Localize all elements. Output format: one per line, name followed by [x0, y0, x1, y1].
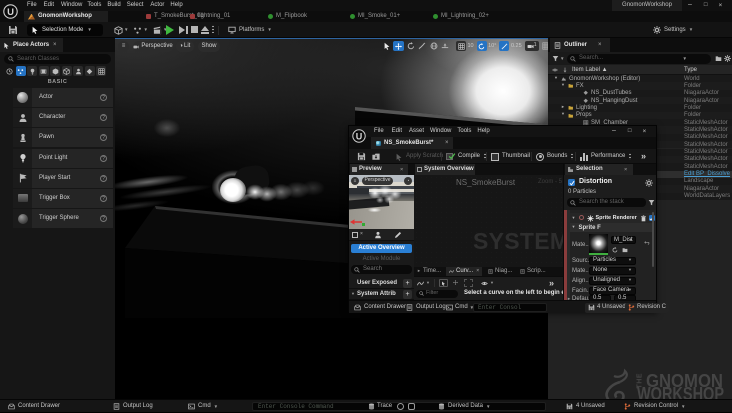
svg-text:U: U	[7, 7, 14, 18]
svg-text:U: U	[356, 131, 363, 141]
